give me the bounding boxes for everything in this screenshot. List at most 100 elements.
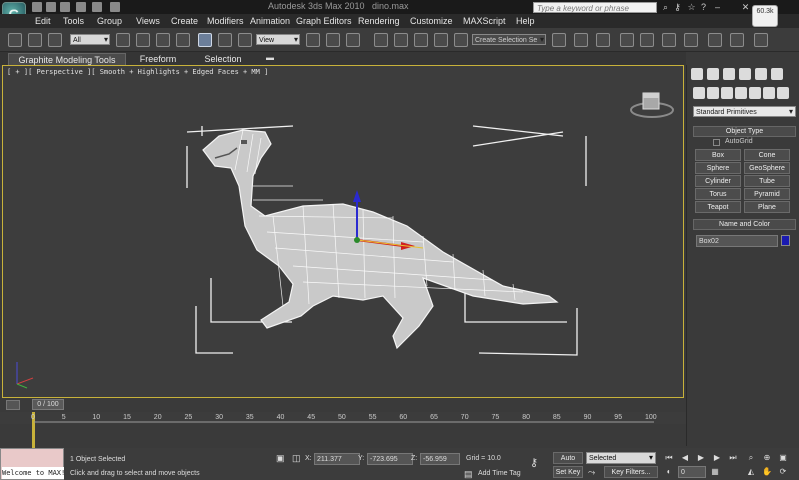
redo-icon[interactable] <box>92 2 102 12</box>
torus-button[interactable]: Torus <box>695 188 741 200</box>
named-selection-set-dropdown[interactable]: Create Selection Se <box>472 34 546 45</box>
name-and-color-rollout[interactable]: Name and Color <box>693 219 796 230</box>
select-and-move-icon[interactable] <box>198 33 212 47</box>
hierarchy-tab-icon[interactable] <box>723 68 735 80</box>
autogrid-checkbox[interactable] <box>713 139 720 146</box>
go-to-start-icon[interactable]: ⏮ <box>664 453 674 463</box>
maxscript-listener[interactable]: Welcome to MAX! <box>0 448 64 480</box>
time-slider[interactable]: 0 / 100 <box>32 399 64 410</box>
percent-snap-icon[interactable] <box>414 33 428 47</box>
x-coordinate-field[interactable]: 211.377 <box>314 453 360 465</box>
project-folder-icon[interactable] <box>110 2 120 12</box>
zoom-all-icon[interactable]: ⊕ <box>762 453 772 463</box>
cameras-icon[interactable] <box>735 87 747 99</box>
zoom-icon[interactable]: ⌕ <box>746 453 756 463</box>
align-icon[interactable] <box>574 33 588 47</box>
key-icon[interactable]: ⚷ <box>672 2 683 12</box>
key-tangent-icon[interactable]: ⤳ <box>588 466 600 478</box>
tube-button[interactable]: Tube <box>744 175 790 187</box>
cone-button[interactable]: Cone <box>744 149 790 161</box>
menu-tools[interactable]: Tools <box>63 16 84 26</box>
select-object-icon[interactable] <box>116 33 130 47</box>
shapes-icon[interactable] <box>707 87 719 99</box>
tab-selection[interactable]: Selection <box>196 53 250 65</box>
spinner-snap-icon[interactable] <box>434 33 448 47</box>
menu-animation[interactable]: Animation <box>250 16 290 26</box>
help-icon[interactable]: ? <box>698 2 709 12</box>
key-filters-button[interactable]: Key Filters... <box>604 466 658 478</box>
display-tab-icon[interactable] <box>755 68 767 80</box>
select-by-name-icon[interactable] <box>136 33 150 47</box>
menu-help[interactable]: Help <box>516 16 535 26</box>
select-link-icon[interactable] <box>8 33 22 47</box>
object-category-dropdown[interactable]: Standard Primitives <box>693 106 796 117</box>
geometry-icon[interactable] <box>693 87 705 99</box>
cylinder-button[interactable]: Cylinder <box>695 175 741 187</box>
modify-tab-icon[interactable] <box>707 68 719 80</box>
pivot-center-icon[interactable] <box>306 33 320 47</box>
space-warps-icon[interactable] <box>763 87 775 99</box>
lights-icon[interactable] <box>721 87 733 99</box>
select-manipulate-icon[interactable] <box>326 33 340 47</box>
reference-coordinate-dropdown[interactable]: View <box>256 34 300 45</box>
rendered-frame-icon[interactable] <box>730 33 744 47</box>
helpers-icon[interactable] <box>749 87 761 99</box>
close-icon[interactable]: ✕ <box>740 2 751 12</box>
utilities-tab-icon[interactable] <box>771 68 783 80</box>
menu-views[interactable]: Views <box>136 16 160 26</box>
menu-edit[interactable]: Edit <box>35 16 51 26</box>
perspective-viewport[interactable]: [ + ][ Perspective ][ Smooth + Highlight… <box>2 65 684 398</box>
add-time-tag[interactable]: Add Time Tag <box>478 470 521 477</box>
track-bar[interactable]: 0 5 10 15 20 25 30 35 40 45 50 55 60 65 70 75 80 85 90 95 10… <box>0 412 686 448</box>
geosphere-button[interactable]: GeoSphere <box>744 162 790 174</box>
unlink-icon[interactable] <box>28 33 42 47</box>
set-key-icon[interactable]: ⚷ <box>530 458 546 469</box>
ribbon-toggle-icon[interactable]: ▬ <box>266 53 276 63</box>
key-mode-dropdown[interactable]: Selected <box>586 452 656 464</box>
new-file-icon[interactable] <box>32 2 42 12</box>
object-color-swatch[interactable] <box>781 235 790 246</box>
search-input[interactable]: Type a keyword or phrase <box>533 2 657 13</box>
layer-manager-icon[interactable] <box>596 33 610 47</box>
material-editor-icon[interactable] <box>684 33 698 47</box>
menu-customize[interactable]: Customize <box>410 16 453 26</box>
snaps-toggle-icon[interactable] <box>374 33 388 47</box>
field-of-view-icon[interactable]: ◭ <box>746 467 756 477</box>
previous-frame-icon[interactable]: ◀ <box>680 453 690 463</box>
menu-modifiers[interactable]: Modifiers <box>207 16 244 26</box>
current-frame-field[interactable]: 0 <box>678 466 706 478</box>
pyramid-button[interactable]: Pyramid <box>744 188 790 200</box>
search-icon[interactable]: ⌕ <box>660 2 671 12</box>
render-production-icon[interactable] <box>754 33 768 47</box>
time-configuration-icon[interactable]: ▦ <box>710 467 720 477</box>
next-frame-icon[interactable]: ▶ <box>712 453 722 463</box>
plane-button[interactable]: Plane <box>744 201 790 213</box>
set-key-button[interactable]: Set Key <box>553 466 583 478</box>
mirror-icon[interactable] <box>552 33 566 47</box>
bind-space-warp-icon[interactable] <box>48 33 62 47</box>
rectangular-selection-icon[interactable] <box>156 33 170 47</box>
select-and-rotate-icon[interactable] <box>218 33 232 47</box>
key-mode-toggle-icon[interactable]: ◐ <box>664 467 674 477</box>
graphite-toggle-icon[interactable] <box>620 33 634 47</box>
selection-filter-dropdown[interactable]: All <box>70 34 110 45</box>
zoom-extents-icon[interactable]: ▣ <box>778 453 788 463</box>
motion-tab-icon[interactable] <box>739 68 751 80</box>
menu-group[interactable]: Group <box>97 16 122 26</box>
angle-snap-icon[interactable] <box>394 33 408 47</box>
render-setup-icon[interactable] <box>708 33 722 47</box>
menu-graph-editors[interactable]: Graph Editors <box>296 16 352 26</box>
edit-named-selection-icon[interactable] <box>454 33 468 47</box>
box-button[interactable]: Box <box>695 149 741 161</box>
tab-graphite-modeling-tools[interactable]: Graphite Modeling Tools <box>8 53 126 65</box>
y-coordinate-field[interactable]: -723.695 <box>367 453 413 465</box>
orbit-icon[interactable]: ⟳ <box>778 467 788 477</box>
scene-canvas[interactable] <box>3 66 685 399</box>
maxscript-mini-listener[interactable]: Welcome to MAX! <box>2 467 64 479</box>
schematic-view-icon[interactable] <box>662 33 676 47</box>
window-crossing-icon[interactable] <box>176 33 190 47</box>
time-tag-icon[interactable]: ▤ <box>464 469 474 479</box>
menu-rendering[interactable]: Rendering <box>358 16 400 26</box>
pan-view-icon[interactable]: ✋ <box>762 467 772 477</box>
star-icon[interactable]: ☆ <box>686 2 697 12</box>
